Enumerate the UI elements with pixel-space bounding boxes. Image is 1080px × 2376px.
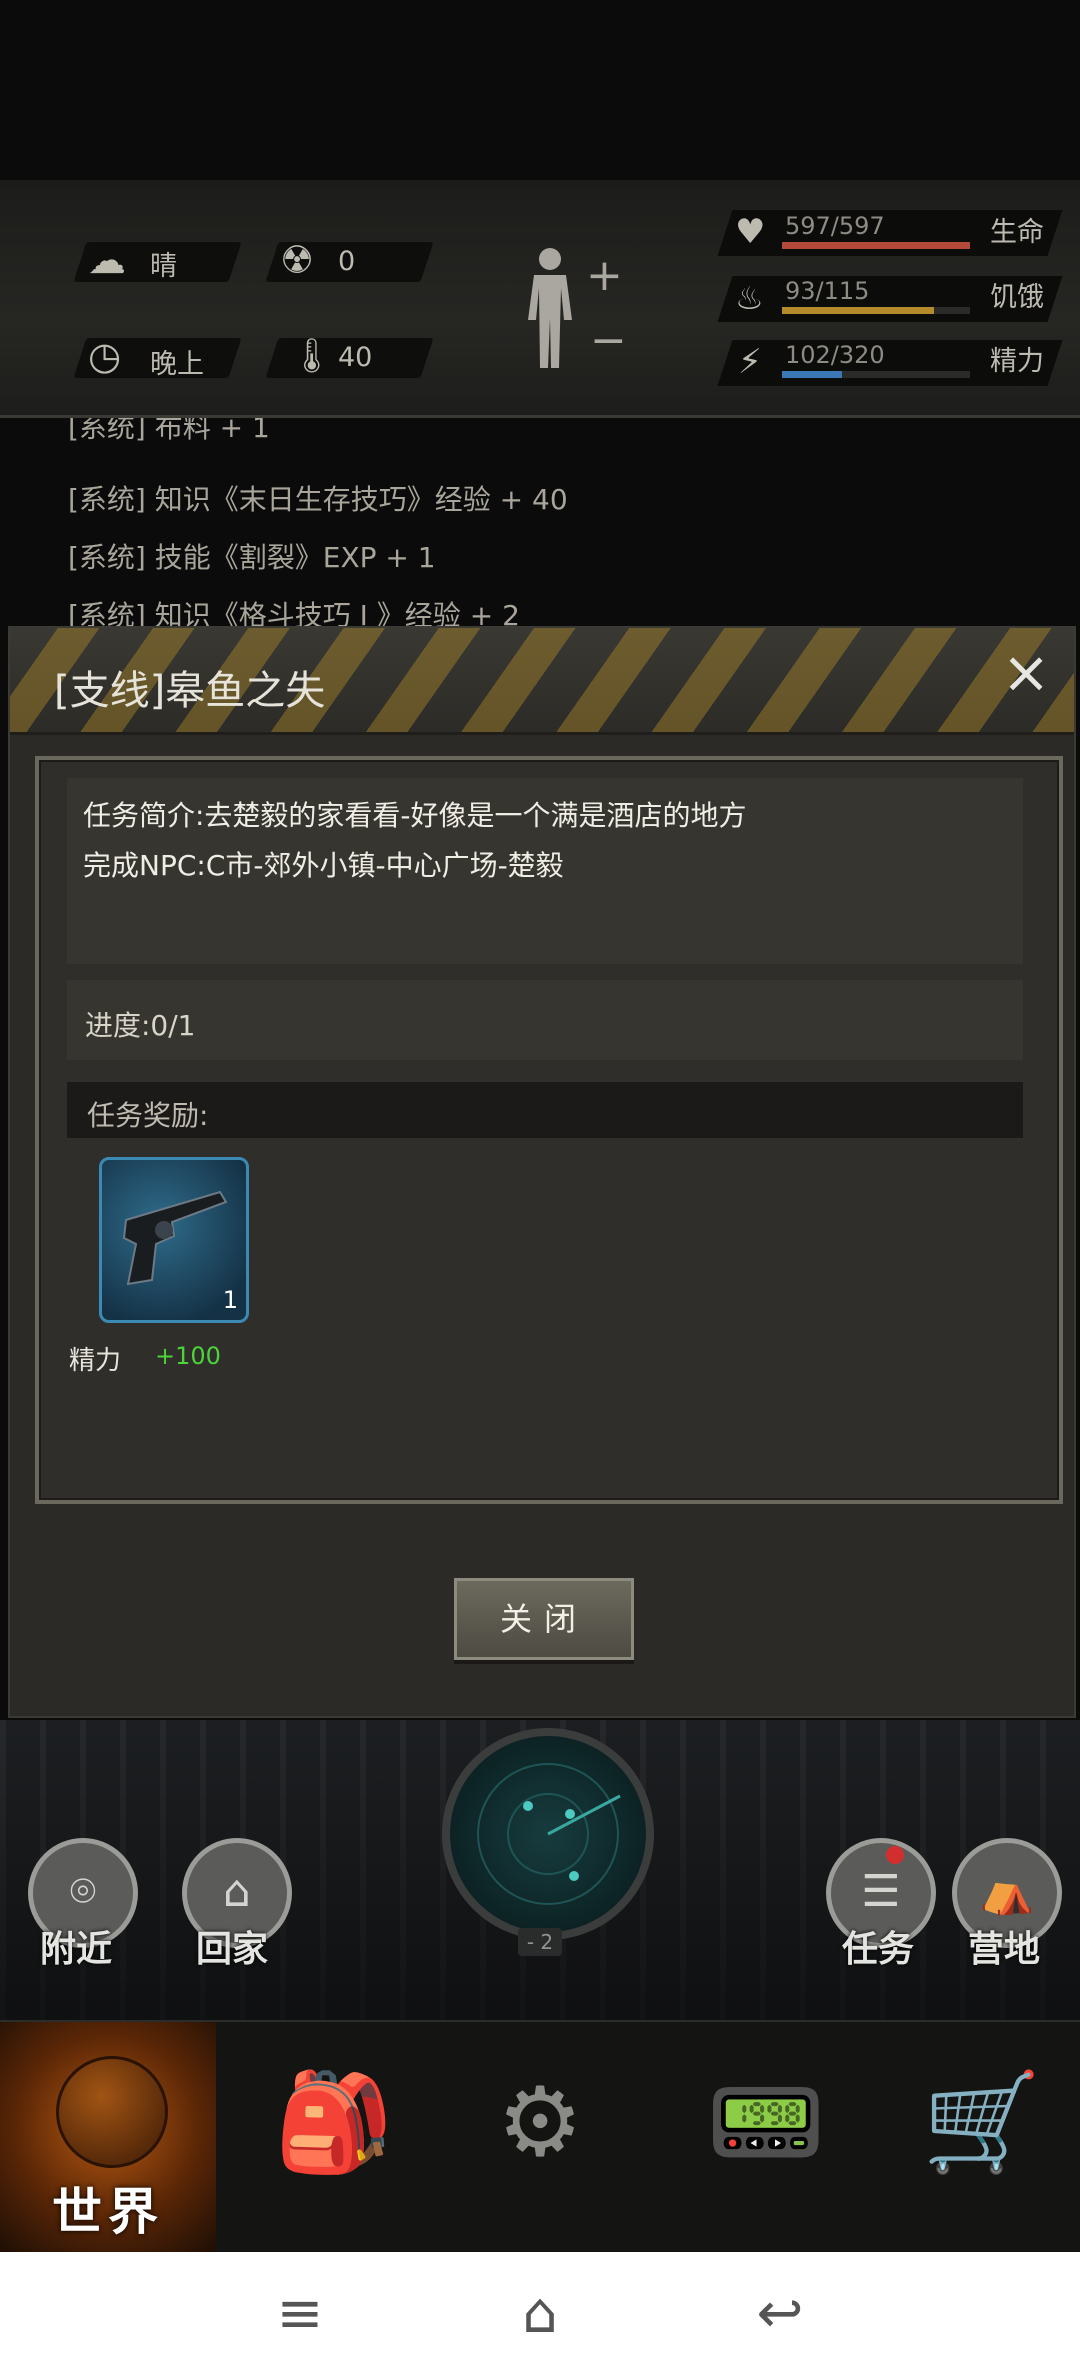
cloud-sun-icon: ☁ (88, 238, 126, 282)
rewards-header: 任务奖励: (67, 1082, 1023, 1138)
radar-level: - 2 (518, 1928, 562, 1956)
walkie-talkie-icon: 📟 (706, 2066, 826, 2178)
time-of-day: 晚上 (150, 349, 204, 380)
dialog-header: [支线]皋鱼之失 × (10, 628, 1074, 735)
backpack-icon: 🎒 (274, 2066, 394, 2178)
health-value: 597/597 (785, 212, 885, 240)
reward-item-slot[interactable]: 1 (99, 1157, 249, 1323)
log-line: [系统] 知识《格斗技巧 I 》经验 + 2 (68, 599, 520, 626)
health-bar-fill (782, 242, 970, 249)
tasks-label: 任务 (842, 1929, 915, 1970)
svg-text:−: − (590, 315, 627, 366)
quest-title: [支线]皋鱼之失 (54, 668, 326, 714)
temperature-value: 40 (338, 342, 373, 373)
home-label: 回家 (196, 1929, 269, 1970)
notification-dot (886, 1846, 904, 1864)
quest-details: 任务简介:去楚毅的家看看-好像是一个满是酒店的地方 完成NPC:C市-郊外小镇-… (35, 756, 1063, 1504)
radar-icon (477, 1763, 621, 1905)
quest-progress-panel: 进度:0/1 (67, 980, 1023, 1060)
message-log[interactable]: [系统] 布料 + 1 [系统] 知识《末日生存技巧》经验 + 40 [系统] … (0, 418, 1080, 626)
log-line: [系统] 知识《末日生存技巧》经验 + 40 (68, 483, 568, 516)
hunger-label: 饥饿 (990, 282, 1044, 313)
body-status-button[interactable]: + − (520, 245, 640, 375)
hunger-bar (782, 307, 970, 314)
energy-value: 102/320 (785, 341, 885, 369)
heart-icon: ♥ (735, 212, 766, 252)
head-gears-icon: ⚙ (496, 2066, 584, 2178)
status-panel: ☁ 晴 ☢ 0 ◷ 晚上 🌡 40 + − ♥ 597/597 生命 ♨ 93/… (0, 180, 1080, 418)
radiation-value: 0 (338, 246, 356, 277)
back-icon[interactable]: ↩ (720, 2252, 840, 2376)
tab-skills[interactable]: ⚙ (432, 2022, 648, 2254)
camp-label: 营地 (968, 1929, 1041, 1970)
quest-dialog: [支线]皋鱼之失 × 任务简介:去楚毅的家看看-好像是一个满是酒店的地方 完成N… (8, 626, 1076, 1718)
stomach-icon: ♨ (735, 279, 764, 317)
quest-target-npc: 完成NPC:C市-郊外小镇-中心广场-楚毅 (83, 849, 564, 882)
close-button[interactable]: 关闭 (454, 1578, 634, 1660)
location-pin-icon: ⌾ (69, 1866, 97, 1917)
clock-icon: ◷ (88, 334, 122, 378)
rewards-label: 任务奖励: (87, 1099, 209, 1132)
hunger-bar-fill (782, 307, 935, 314)
tab-shop[interactable]: 🛒 (864, 2022, 1080, 2254)
tab-radio[interactable]: 📟 (648, 2022, 864, 2254)
radar-button[interactable] (442, 1728, 654, 1940)
reward-stat-label: 精力 (69, 1346, 122, 1376)
energy-bar (782, 371, 970, 378)
house-icon: ⌂ (223, 1866, 251, 1917)
home-icon[interactable]: ⌂ (480, 2252, 600, 2376)
reward-stat-value: +100 (155, 1342, 221, 1370)
scroll-icon: ☰ (861, 1866, 901, 1917)
system-nav-bar: ≡ ⌂ ↩ (0, 2252, 1080, 2376)
hunger-value: 93/115 (785, 277, 870, 305)
weather-text: 晴 (150, 251, 177, 282)
nearby-label: 附近 (40, 1929, 113, 1970)
log-line: [系统] 技能《割裂》EXP + 1 (68, 541, 436, 574)
health-label: 生命 (990, 217, 1044, 248)
close-icon[interactable]: × (998, 643, 1054, 701)
tab-backpack[interactable]: 🎒 (216, 2022, 432, 2254)
quest-description-panel: 任务简介:去楚毅的家看看-好像是一个满是酒店的地方 完成NPC:C市-郊外小镇-… (67, 778, 1023, 964)
tab-world[interactable]: 世界 (0, 2022, 216, 2254)
globe-icon (56, 2056, 168, 2168)
svg-text:+: + (586, 250, 623, 301)
item-count: 1 (222, 1286, 238, 1314)
log-line: [系统] 布料 + 1 (68, 418, 270, 444)
tent-icon: ⛺ (979, 1866, 1035, 1917)
energy-label: 精力 (990, 346, 1044, 377)
bottom-nav: 世界 🎒 ⚙ 📟 🛒 (0, 2020, 1080, 2254)
energy-bar-fill (782, 371, 843, 378)
shopping-cart-icon: 🛒 (922, 2066, 1042, 2178)
quest-description: 任务简介:去楚毅的家看看-好像是一个满是酒店的地方 (83, 799, 747, 832)
menu-icon[interactable]: ≡ (240, 2252, 360, 2376)
human-figure-icon: + − (528, 248, 627, 368)
tab-world-label: 世界 (52, 2183, 164, 2241)
energy-icon: ⚡ (738, 342, 762, 382)
radiation-icon: ☢ (280, 238, 315, 282)
quest-progress: 进度:0/1 (85, 1009, 196, 1042)
health-bar (782, 242, 970, 249)
thermometer-icon: 🌡 (290, 336, 334, 376)
